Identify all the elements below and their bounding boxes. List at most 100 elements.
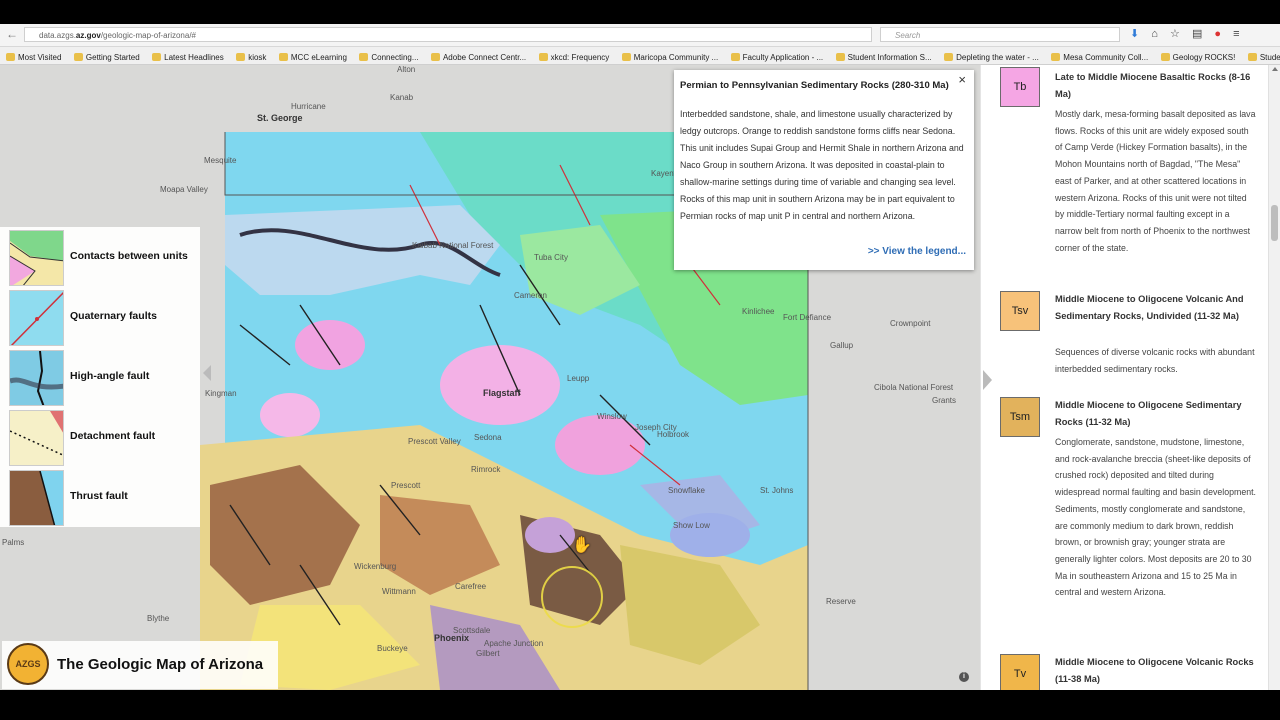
unit-swatch[interactable]: Tb (1000, 67, 1040, 107)
url-field[interactable]: data.azgs.az.gov/geologic-map-of-arizona… (24, 27, 872, 42)
place-label: Prescott (391, 481, 421, 490)
bookmark-icon (278, 53, 288, 61)
unit-swatch[interactable]: Tsm (1000, 397, 1040, 437)
place-label: Kanab (390, 93, 414, 102)
popup-title: Permian to Pennsylvanian Sedimentary Roc… (680, 80, 949, 91)
bookmark-item[interactable]: Student Information S... (1247, 49, 1280, 64)
legend-label: Detachment fault (70, 430, 156, 442)
place-label: Gilbert (476, 649, 500, 658)
bookmark-icon (1160, 53, 1170, 61)
legend-label: High-angle fault (70, 370, 150, 382)
place-label: Moapa Valley (160, 185, 208, 194)
bookmark-item[interactable]: Latest Headlines (152, 49, 224, 64)
legend-item-thrust-fault: Thrust fault (9, 470, 199, 526)
place-label: Grants (932, 396, 957, 405)
place-label: Mesquite (204, 156, 237, 165)
legend-item-detachment-fault: Detachment fault (9, 410, 199, 466)
place-label: Flagstaff (483, 388, 521, 398)
collapse-left-arrow-icon[interactable] (203, 365, 211, 381)
unit-name: Middle Miocene to Oligocene Volcanic Roc… (1055, 657, 1254, 684)
bookmark-item[interactable]: Most Visited (6, 49, 61, 64)
bookmark-icon (1247, 53, 1257, 61)
bookmark-item[interactable]: Adobe Connect Centr... (430, 49, 526, 64)
profile-icon[interactable]: ● (1214, 28, 1221, 40)
azgs-logo: AZGS (7, 643, 49, 685)
thrust-fault-swatch-icon (9, 470, 64, 526)
place-label: Wickenburg (354, 562, 397, 571)
url-prefix: data.azgs. (39, 31, 76, 40)
bookmarks-bar: Most Visited Getting Started Latest Head… (0, 47, 1280, 65)
unit-info-popup: Permian to Pennsylvanian Sedimentary Roc… (674, 70, 974, 270)
place-label: Rimrock (471, 465, 501, 474)
place-label: Leupp (567, 374, 590, 383)
bookmark-icon (1051, 53, 1061, 61)
place-label: Wittmann (382, 587, 416, 596)
place-label: Snowflake (668, 486, 705, 495)
sidebar-scrollbar[interactable] (1268, 65, 1280, 690)
bookmark-item[interactable]: Faculty Application - ... (730, 49, 823, 64)
unit-swatch[interactable]: Tv (1000, 654, 1040, 690)
legend-item-quaternary-faults: Quaternary faults (9, 290, 199, 346)
place-label: Prescott Valley (408, 437, 461, 446)
home-icon[interactable]: ⌂ (1151, 28, 1158, 40)
star-icon[interactable]: ☆ (1170, 28, 1180, 40)
legend-panel: Contacts between units Quaternary faults… (0, 227, 200, 527)
place-label: Fort Defiance (783, 313, 832, 322)
scroll-up-arrow-icon[interactable] (1272, 67, 1278, 71)
place-label: Kinlichee (742, 307, 775, 316)
unit-name: Middle Miocene to Oligocene Volcanic And… (1055, 294, 1244, 321)
bookmark-icon (944, 53, 954, 61)
bookmark-item[interactable]: MCC eLearning (278, 49, 347, 64)
browser-toolbar: ← data.azgs.az.gov/geologic-map-of-arizo… (0, 24, 1280, 47)
bottom-letterbox (0, 690, 1280, 720)
bookmark-icon (236, 53, 246, 61)
place-label: Holbrook (657, 430, 690, 439)
bookmark-item[interactable]: Depleting the water - ... (944, 49, 1039, 64)
download-icon[interactable]: ⬇ (1130, 28, 1139, 40)
bookmark-item[interactable]: Connecting... (359, 49, 419, 64)
top-letterbox (0, 0, 1280, 24)
info-icon[interactable]: i (959, 672, 969, 682)
hamburger-icon[interactable]: ≡ (1233, 28, 1239, 40)
close-icon[interactable]: × (958, 72, 966, 87)
unit-legend-sidebar[interactable]: Tb Late to Middle Miocene Basaltic Rocks… (994, 65, 1268, 690)
unit-description: Conglomerate, sandstone, mudstone, limes… (1055, 437, 1256, 598)
unit-swatch[interactable]: Tsv (1000, 291, 1040, 331)
legend-label: Quaternary faults (70, 310, 157, 322)
scroll-thumb[interactable] (1271, 205, 1278, 241)
view-legend-link[interactable]: >> View the legend... (868, 246, 966, 257)
place-label: Kingman (205, 389, 237, 398)
bookmark-item[interactable]: Geology ROCKS! (1160, 49, 1235, 64)
legend-label: Thrust fault (70, 490, 128, 502)
screen: ← data.azgs.az.gov/geologic-map-of-arizo… (0, 0, 1280, 720)
hand-cursor-icon: ✋ (572, 537, 592, 554)
bookmark-item[interactable]: Maricopa Community ... (621, 49, 718, 64)
place-label: Blythe (147, 614, 170, 623)
place-label: Buckeye (377, 644, 408, 653)
place-label: Gallup (830, 341, 854, 350)
menu-icon[interactable]: ▤ (1192, 28, 1202, 40)
place-label: Sedona (474, 433, 502, 442)
bookmark-icon (538, 53, 548, 61)
bookmark-item[interactable]: kiosk (236, 49, 266, 64)
legend-item-high-angle-fault: High-angle fault (9, 350, 199, 406)
place-label: Show Low (673, 521, 710, 530)
place-label: Cibola National Forest (874, 383, 954, 392)
place-label: Alton (397, 65, 416, 74)
bookmark-item[interactable]: Mesa Community Coll... (1051, 49, 1148, 64)
search-field[interactable]: Search (880, 27, 1120, 42)
unit-description: Sequences of diverse volcanic rocks with… (1055, 347, 1255, 374)
url-host: az.gov (75, 31, 101, 40)
unit-name: Middle Miocene to Oligocene Sedimentary … (1055, 400, 1242, 427)
place-label: Hurricane (291, 102, 326, 111)
high-angle-fault-swatch-icon (9, 350, 64, 406)
legend-item-contacts: Contacts between units (9, 230, 199, 286)
bookmark-item[interactable]: Student Information S... (835, 49, 932, 64)
expand-right-arrow-icon[interactable] (983, 370, 992, 390)
back-arrow-icon[interactable]: ← (6, 27, 18, 42)
bookmark-item[interactable]: Getting Started (73, 49, 140, 64)
map-title: The Geologic Map of Arizona (57, 656, 264, 673)
bookmark-item[interactable]: xkcd: Frequency (538, 49, 609, 64)
place-label: Kaibab National Forest (412, 241, 494, 250)
geologic-map[interactable]: Alton St. George Kanab Hurricane Mesquit… (0, 65, 980, 690)
